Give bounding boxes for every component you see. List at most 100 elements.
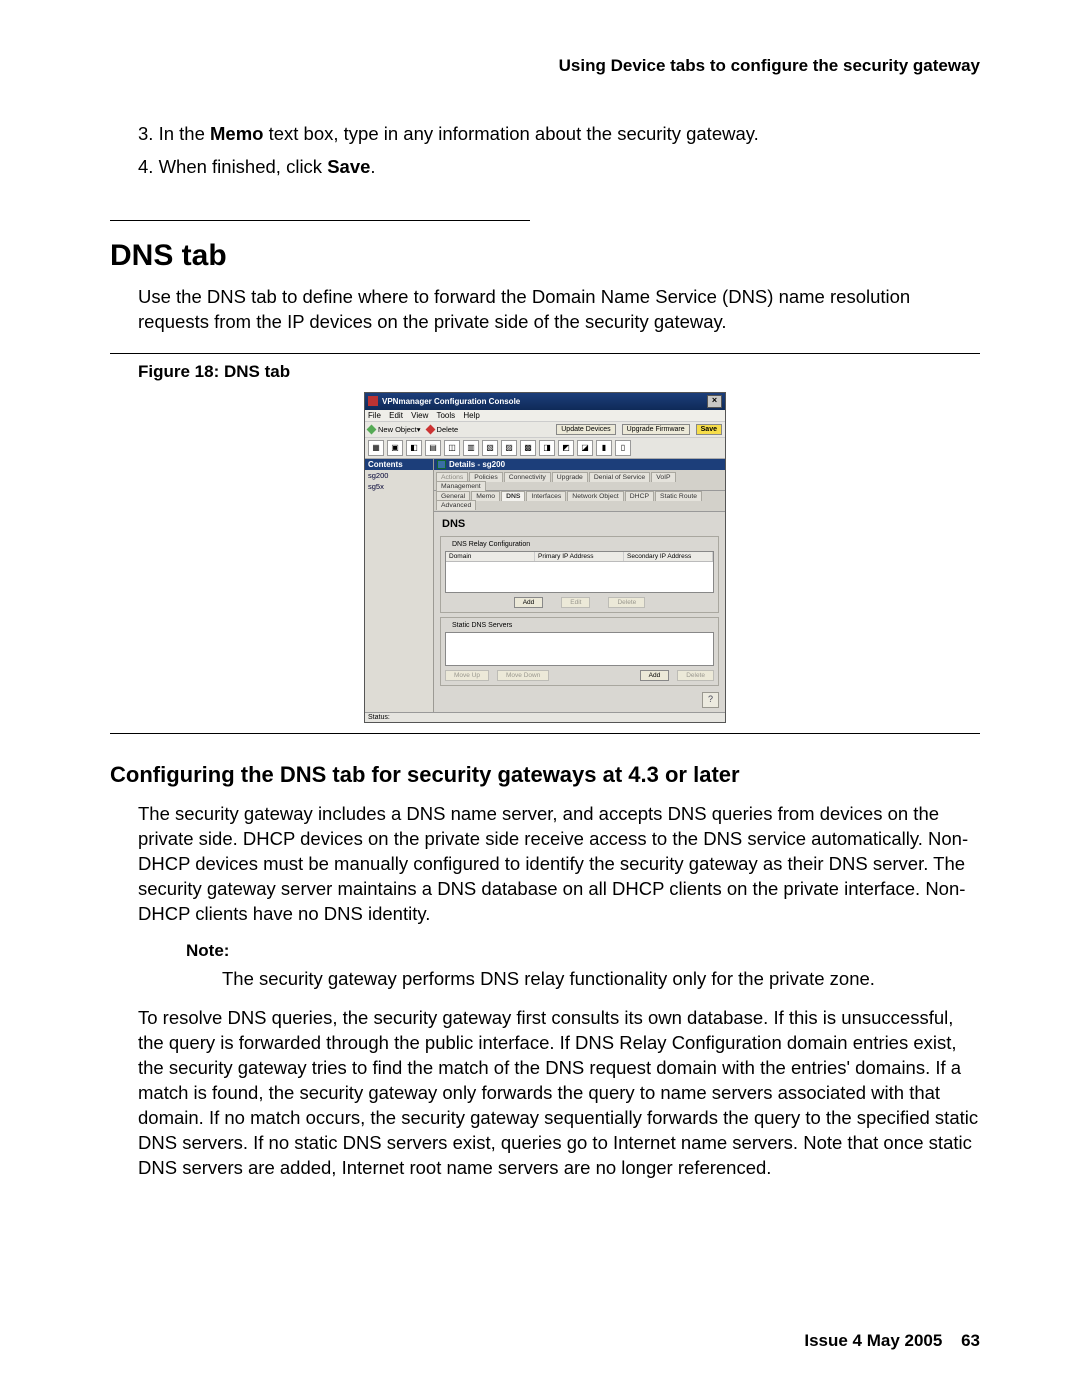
tab-dhcp[interactable]: DHCP: [625, 491, 654, 501]
toolbar-icon-10[interactable]: ◨: [539, 440, 555, 456]
tab-dns[interactable]: DNS: [501, 491, 525, 501]
col-secondary-ip: Secondary IP Address: [624, 552, 713, 561]
fieldset-dns-relay-legend: DNS Relay Configuration: [449, 541, 533, 548]
section-intro: Use the DNS tab to define where to forwa…: [138, 285, 980, 335]
toolbar-icon-14[interactable]: ▯: [615, 440, 631, 456]
col-primary-ip: Primary IP Address: [535, 552, 624, 561]
subsection-title: Configuring the DNS tab for security gat…: [110, 762, 980, 788]
running-header: Using Device tabs to configure the secur…: [110, 56, 980, 76]
toolbar-icon-9[interactable]: ▩: [520, 440, 536, 456]
moveup-button[interactable]: Move Up: [445, 670, 489, 681]
step4-post: .: [370, 156, 375, 177]
sidebar-header: Contents: [365, 459, 433, 470]
menu-file[interactable]: File: [368, 411, 381, 420]
dns-relay-table-header: Domain Primary IP Address Secondary IP A…: [446, 552, 713, 562]
dns-relay-add-button[interactable]: Add: [514, 597, 544, 608]
titlebar: VPNmanager Configuration Console ×: [365, 393, 725, 410]
tab-row-1: Actions Policies Connectivity Upgrade De…: [434, 470, 725, 491]
tab-network-object[interactable]: Network Object: [567, 491, 623, 501]
static-dns-list[interactable]: [445, 632, 714, 666]
step-4: 4. When finished, click Save.: [138, 155, 980, 180]
tab-static-route[interactable]: Static Route: [655, 491, 702, 501]
new-object-button[interactable]: New Object ▾: [368, 425, 421, 434]
note-body: The security gateway performs DNS relay …: [222, 967, 980, 992]
sidebar-item-sg200[interactable]: sg200: [365, 470, 433, 481]
menubar: File Edit View Tools Help: [365, 410, 725, 421]
toolbar-main: New Object ▾ Delete Update Devices Upgra…: [365, 421, 725, 438]
statusbar: Status:: [365, 712, 725, 722]
details-title: Details - sg200: [449, 460, 505, 469]
fieldset-static-dns-legend: Static DNS Servers: [449, 622, 515, 629]
step3-pre: 3. In the: [138, 123, 210, 144]
footer-issue: Issue 4 May 2005: [804, 1331, 942, 1350]
toolbar-icon-5[interactable]: ◫: [444, 440, 460, 456]
toolbar-icon-2[interactable]: ▣: [387, 440, 403, 456]
sidebar: Contents sg200 sg5x: [365, 459, 434, 712]
tab-voip[interactable]: VoIP: [651, 472, 675, 482]
main-pane: Details - sg200 Actions Policies Connect…: [434, 459, 725, 712]
tab-advanced[interactable]: Advanced: [436, 500, 476, 510]
upgrade-firmware-button[interactable]: Upgrade Firmware: [622, 424, 690, 435]
step4-bold: Save: [327, 156, 370, 177]
dns-relay-table[interactable]: Domain Primary IP Address Secondary IP A…: [445, 551, 714, 593]
close-icon[interactable]: ×: [707, 395, 722, 408]
step3-post: text box, type in any information about …: [263, 123, 758, 144]
fieldset-dns-relay: DNS Relay Configuration Domain Primary I…: [440, 536, 719, 613]
dns-relay-delete-button[interactable]: Delete: [608, 597, 645, 608]
details-icon: [437, 460, 446, 469]
new-object-label: New Object: [378, 425, 417, 434]
toolbar-icon-12[interactable]: ◪: [577, 440, 593, 456]
dns-relay-edit-button[interactable]: Edit: [561, 597, 590, 608]
toolbar-icon-7[interactable]: ▧: [482, 440, 498, 456]
static-dns-buttons: Move Up Move Down Add Delete: [445, 670, 714, 681]
toolbar-icon-1[interactable]: ▦: [368, 440, 384, 456]
menu-view[interactable]: View: [411, 411, 428, 420]
paragraph-2: To resolve DNS queries, the security gat…: [138, 1006, 980, 1181]
figure-rule-bottom: [110, 733, 980, 734]
col-domain: Domain: [446, 552, 535, 561]
tab-denial-of-service[interactable]: Denial of Service: [589, 472, 650, 482]
diamond-green-icon: [367, 424, 377, 434]
tab-row-2: General Memo DNS Interfaces Network Obje…: [434, 491, 725, 512]
section-divider: [110, 220, 530, 221]
tab-management[interactable]: Management: [436, 481, 486, 491]
tab-upgrade[interactable]: Upgrade: [552, 472, 588, 482]
toolbar-icon-6[interactable]: ▥: [463, 440, 479, 456]
menu-help[interactable]: Help: [463, 411, 479, 420]
menu-tools[interactable]: Tools: [436, 411, 455, 420]
step4-pre: 4. When finished, click: [138, 156, 327, 177]
details-header: Details - sg200: [434, 459, 725, 470]
static-add-button[interactable]: Add: [640, 670, 670, 681]
app-window: VPNmanager Configuration Console × File …: [364, 392, 726, 723]
help-icon[interactable]: ?: [702, 692, 719, 708]
toolbar-icon-4[interactable]: ▤: [425, 440, 441, 456]
figure-rule-top: [110, 353, 980, 354]
toolbar-icon-8[interactable]: ▨: [501, 440, 517, 456]
toolbar-icon-11[interactable]: ◩: [558, 440, 574, 456]
step3-bold: Memo: [210, 123, 263, 144]
delete-label: Delete: [437, 425, 459, 434]
toolbar-icon-3[interactable]: ◧: [406, 440, 422, 456]
page-footer: Issue 4 May 2005 63: [804, 1331, 980, 1351]
save-button[interactable]: Save: [696, 424, 722, 435]
paragraph-1: The security gateway includes a DNS name…: [138, 802, 980, 927]
tab-interfaces[interactable]: Interfaces: [526, 491, 566, 501]
dns-relay-buttons: Add Edit Delete: [445, 597, 714, 608]
app-icon: [368, 396, 378, 406]
dns-panel-title: DNS: [434, 512, 725, 534]
diamond-red-icon: [425, 424, 435, 434]
static-delete-button[interactable]: Delete: [677, 670, 714, 681]
toolbar-icon-13[interactable]: ▮: [596, 440, 612, 456]
toolbar-icons: ▦ ▣ ◧ ▤ ◫ ▥ ▧ ▨ ▩ ◨ ◩ ◪ ▮ ▯: [365, 438, 725, 459]
update-devices-button[interactable]: Update Devices: [556, 424, 615, 435]
window-title: VPNmanager Configuration Console: [382, 397, 520, 406]
menu-edit[interactable]: Edit: [389, 411, 403, 420]
fieldset-static-dns: Static DNS Servers Move Up Move Down Add…: [440, 617, 719, 686]
sidebar-item-sg5x[interactable]: sg5x: [365, 481, 433, 492]
tab-connectivity[interactable]: Connectivity: [504, 472, 551, 482]
movedown-button[interactable]: Move Down: [497, 670, 549, 681]
footer-page-number: 63: [961, 1331, 980, 1350]
delete-button[interactable]: Delete: [427, 425, 459, 434]
note-label: Note:: [186, 941, 980, 961]
figure-caption: Figure 18: DNS tab: [138, 362, 980, 382]
